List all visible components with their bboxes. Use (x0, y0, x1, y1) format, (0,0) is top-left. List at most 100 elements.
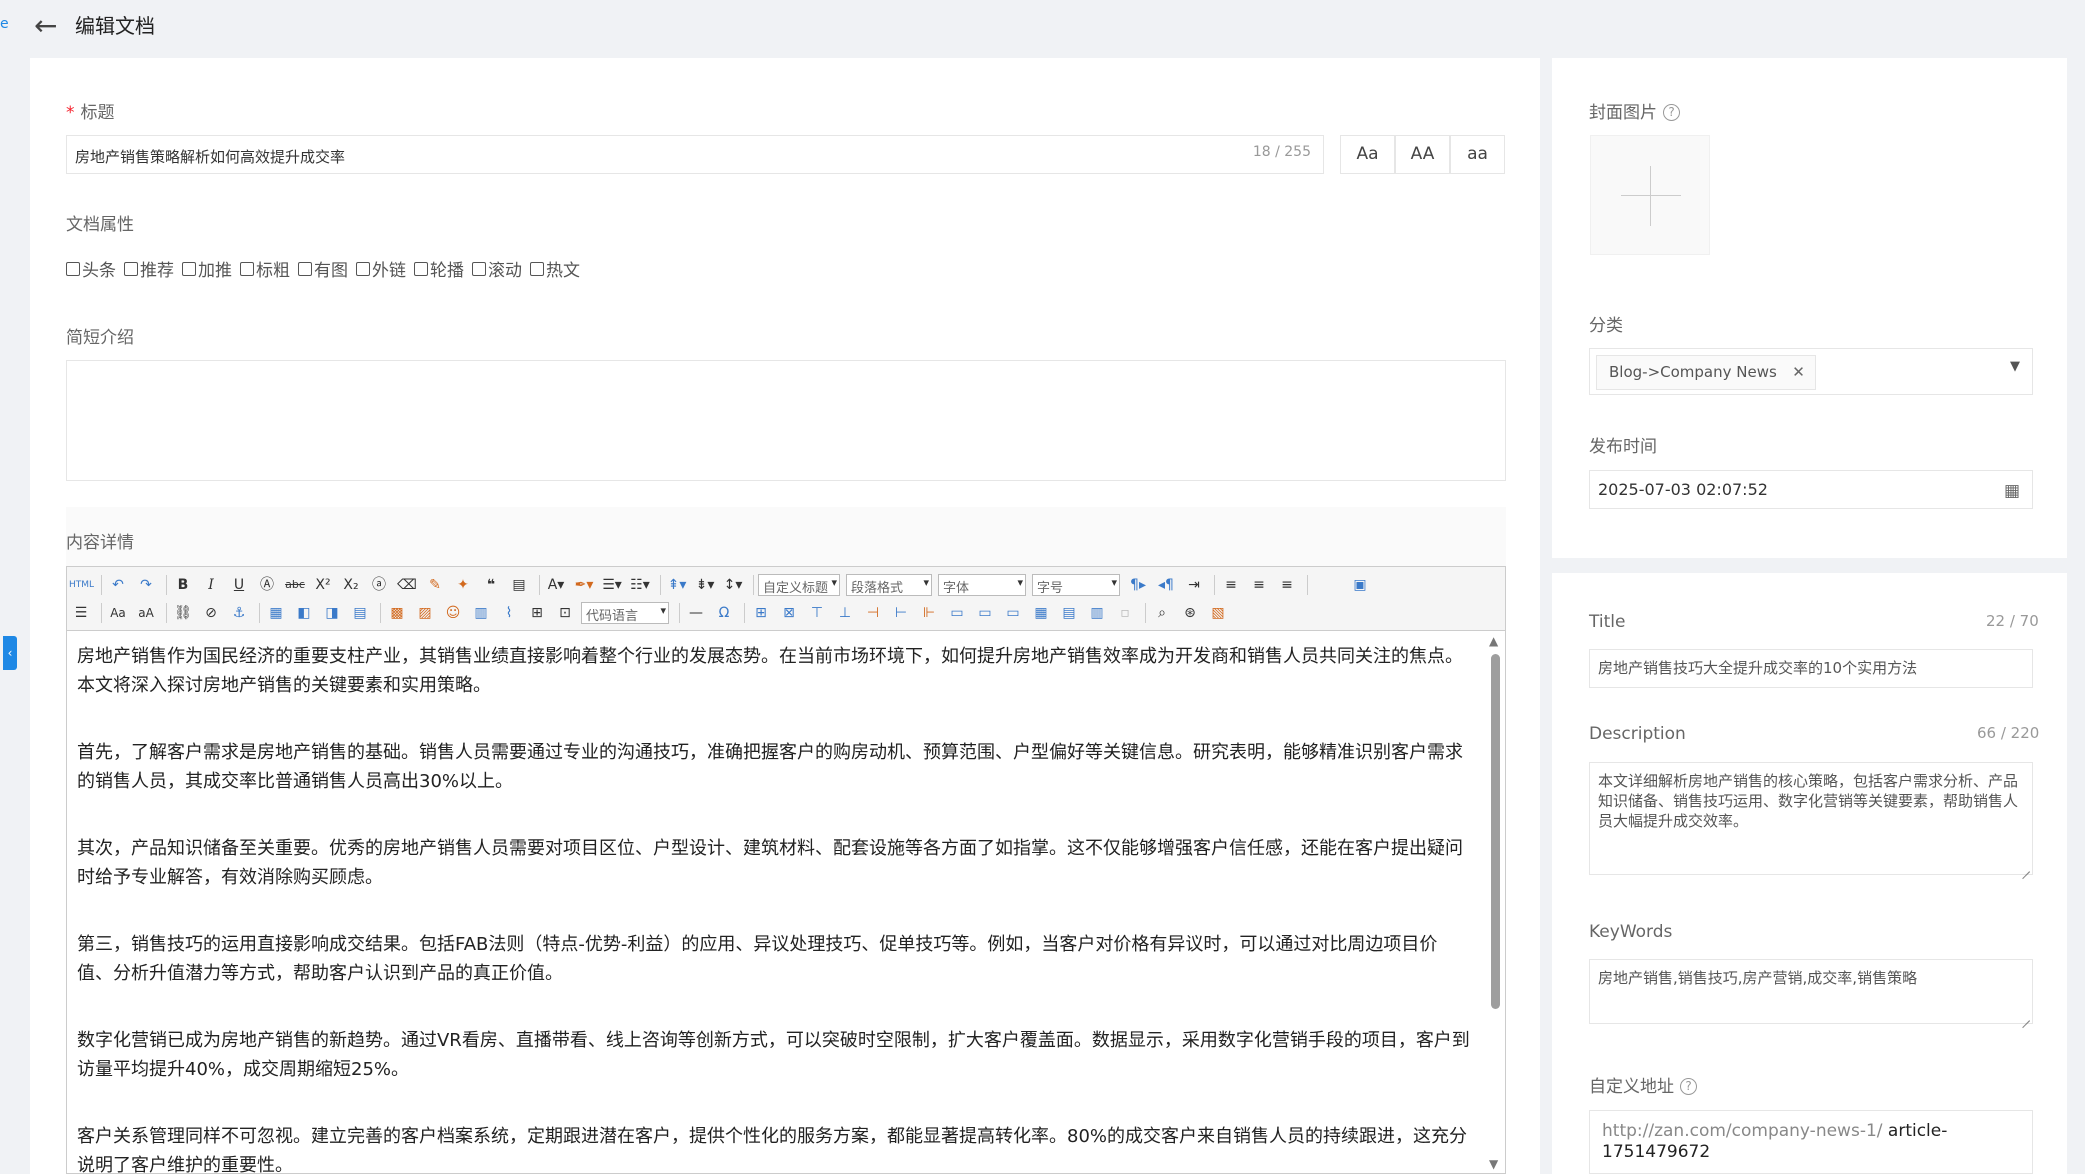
font-color-icon[interactable]: A▾ (544, 573, 568, 597)
case-uppercase-button[interactable]: AA (1395, 135, 1450, 174)
horizontal-rule-icon[interactable]: — (684, 601, 708, 625)
attr-checkbox-tuijian[interactable]: 推荐 (124, 256, 174, 281)
search-replace-icon[interactable]: ⊛ (1178, 601, 1202, 625)
subscript-icon[interactable]: X₂ (339, 573, 363, 597)
insert-video-icon[interactable]: ▥ (469, 601, 493, 625)
format-match-icon[interactable]: ⓐ (367, 573, 391, 597)
eraser-icon[interactable]: ⌫ (395, 573, 419, 597)
justify-icon[interactable]: ☰ (69, 601, 93, 625)
blockquote-icon[interactable]: ❝ (479, 573, 503, 597)
row-spacing-top-icon[interactable]: ⇞▾ (665, 573, 689, 597)
attr-checkbox-lunbo[interactable]: 轮播 (414, 256, 464, 281)
strikethrough-icon[interactable]: abc (283, 573, 307, 597)
resize-handle-icon[interactable] (2020, 1011, 2030, 1021)
keywords-textarea[interactable]: 房地产销售,销售技巧,房产营销,成交率,销售策略 (1589, 959, 2033, 1024)
indent-icon[interactable]: ⇥ (1182, 573, 1206, 597)
image-none-icon[interactable]: ▦ (264, 601, 288, 625)
direction-rtl-icon[interactable]: ◂¶ (1154, 573, 1178, 597)
seo-title-input[interactable]: 房地产销售技巧大全提升成交率的10个实用方法 (1589, 649, 2033, 688)
attr-checkbox-jiatui[interactable]: 加推 (182, 256, 232, 281)
attr-checkbox-toutiao[interactable]: 头条 (66, 256, 116, 281)
insert-table-icon[interactable]: ⊞ (749, 601, 773, 625)
align-center-icon[interactable]: ≡ (1247, 573, 1271, 597)
superscript-icon[interactable]: X² (311, 573, 335, 597)
publish-time-input[interactable]: 2025-07-03 02:07:52 ▦ (1589, 470, 2033, 509)
calendar-icon[interactable]: ▦ (2004, 481, 2020, 501)
resize-handle-icon[interactable] (2020, 862, 2030, 872)
special-chars-icon[interactable]: Ω (712, 601, 736, 625)
print-preview-icon[interactable]: ⌕ (1150, 601, 1174, 625)
link-icon[interactable]: ⛓ (171, 601, 195, 625)
delete-col-icon[interactable]: ⊩ (917, 601, 941, 625)
custom-url-input[interactable]: http://zan.com/company-news-1/ article-1… (1589, 1110, 2033, 1174)
merge-right-icon[interactable]: ▭ (973, 601, 997, 625)
to-upper-icon[interactable]: Aa (106, 601, 130, 625)
font-family-select[interactable]: 字体 (938, 574, 1026, 596)
paste-plain-icon[interactable]: ▤ (507, 573, 531, 597)
ordered-list-icon[interactable]: ☰▾ (600, 573, 624, 597)
insert-col-icon[interactable]: ⊢ (889, 601, 913, 625)
category-select[interactable]: Blog->Company News ✕ ▼ (1589, 348, 2033, 395)
background-color-icon[interactable]: ✒▾ (572, 573, 596, 597)
delete-row-icon[interactable]: ⊣ (861, 601, 885, 625)
anchor-icon[interactable]: ⚓ (227, 601, 251, 625)
redo-icon[interactable]: ↷ (134, 573, 158, 597)
draft-box-icon[interactable]: ▧ (1206, 601, 1230, 625)
intro-textarea[interactable] (66, 360, 1506, 481)
emotion-icon[interactable]: ☺ (441, 601, 465, 625)
insert-paragraph-before-table-icon[interactable]: ⊤ (805, 601, 829, 625)
row-spacing-bottom-icon[interactable]: ⇟▾ (693, 573, 717, 597)
code-icon[interactable]: ⊡ (553, 601, 577, 625)
attachment-icon[interactable]: ⌇ (497, 601, 521, 625)
title-input[interactable]: 房地产销售策略解析如何高效提升成交率 18 / 255 (66, 135, 1324, 174)
description-textarea[interactable]: 本文详细解析房地产销售的核心策略，包括客户需求分析、产品知识储备、销售技巧运用、… (1589, 762, 2033, 875)
back-arrow-icon[interactable]: ← (34, 10, 66, 42)
case-lowercase-button[interactable]: aa (1450, 135, 1505, 174)
unordered-list-icon[interactable]: ☷▾ (628, 573, 652, 597)
scroll-thumb[interactable] (1491, 654, 1500, 1009)
image-right-icon[interactable]: ◨ (320, 601, 344, 625)
scroll-up-icon[interactable]: ▲ (1489, 634, 1498, 648)
align-right-icon[interactable]: ≡ (1275, 573, 1299, 597)
close-icon[interactable]: ✕ (1792, 356, 1805, 389)
direction-ltr-icon[interactable]: ¶▸ (1126, 573, 1150, 597)
question-circle-icon[interactable]: ? (1663, 104, 1680, 121)
split-to-cols-icon[interactable]: ▥ (1085, 601, 1109, 625)
delete-table-icon[interactable]: ⊠ (777, 601, 801, 625)
chart-icon[interactable]: ▫ (1113, 601, 1137, 625)
case-capitalize-button[interactable]: Aa (1340, 135, 1395, 174)
merge-cells-icon[interactable]: ▭ (945, 601, 969, 625)
question-circle-icon[interactable]: ? (1680, 1078, 1697, 1095)
font-size-select[interactable]: 字号 (1032, 574, 1120, 596)
code-language-select[interactable]: 代码语言 (581, 602, 669, 624)
image-left-icon[interactable]: ◧ (292, 601, 316, 625)
split-to-cells-icon[interactable]: ▦ (1029, 601, 1053, 625)
line-height-icon[interactable]: ↕▾ (721, 573, 745, 597)
insert-row-icon[interactable]: ⊥ (833, 601, 857, 625)
unlink-icon[interactable]: ⊘ (199, 601, 223, 625)
underline-icon[interactable]: U (227, 573, 251, 597)
html-source-icon[interactable]: HTML (69, 573, 94, 597)
caret-down-icon[interactable]: ▼ (2010, 359, 2020, 374)
multi-image-icon[interactable]: ▨ (413, 601, 437, 625)
attr-checkbox-gundong[interactable]: 滚动 (472, 256, 522, 281)
editor-scrollbar[interactable]: ▲ ▼ (1485, 632, 1505, 1173)
paragraph-format-select[interactable]: 段落格式 (846, 574, 932, 596)
attr-checkbox-wailian[interactable]: 外链 (356, 256, 406, 281)
image-center-icon[interactable]: ▤ (348, 601, 372, 625)
chevron-left-icon[interactable]: ‹ (3, 636, 17, 670)
fullscreen-icon[interactable]: ▣ (1348, 573, 1372, 597)
split-to-rows-icon[interactable]: ▤ (1057, 601, 1081, 625)
map-icon[interactable]: ⊞ (525, 601, 549, 625)
merge-down-icon[interactable]: ▭ (1001, 601, 1025, 625)
auto-typeset-icon[interactable]: ✦ (451, 573, 475, 597)
bold-icon[interactable]: B (171, 573, 195, 597)
insert-image-icon[interactable]: ▩ (385, 601, 409, 625)
italic-icon[interactable]: I (199, 573, 223, 597)
cover-image-upload[interactable] (1590, 135, 1710, 255)
attr-checkbox-youtu[interactable]: 有图 (298, 256, 348, 281)
font-border-icon[interactable]: Ⓐ (255, 573, 279, 597)
align-left-icon[interactable]: ≡ (1219, 573, 1243, 597)
editor-content-area[interactable]: 房地产销售作为国民经济的重要支柱产业，其销售业绩直接影响着整个行业的发展态势。在… (67, 632, 1483, 1173)
scroll-down-icon[interactable]: ▼ (1489, 1157, 1498, 1171)
